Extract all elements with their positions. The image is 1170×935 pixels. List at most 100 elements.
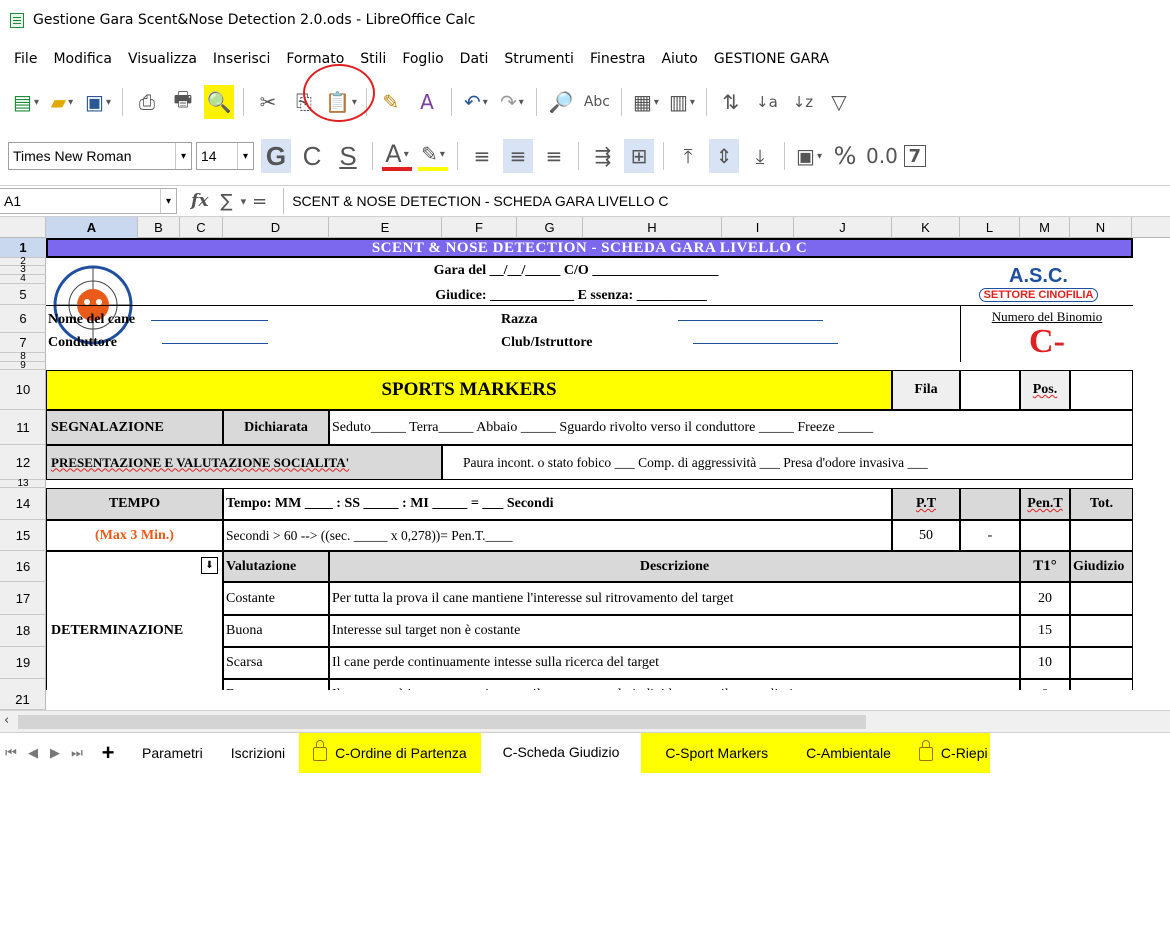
row-header-7[interactable]: 7 — [0, 333, 46, 353]
align-center-icon[interactable]: ≡ — [503, 139, 533, 173]
name-box[interactable]: A1 ▾ — [0, 188, 177, 214]
tot-value[interactable] — [1070, 520, 1133, 551]
tab-iscrizioni[interactable]: Iscrizioni — [217, 733, 299, 773]
clone-formatting-icon[interactable]: ✎ — [376, 85, 406, 119]
decimal-format-button[interactable]: 0.0 — [866, 139, 898, 173]
valutazione-header[interactable]: Valutazione — [223, 551, 329, 582]
align-bottom-icon[interactable]: ⤓ — [745, 139, 775, 173]
binomio-box[interactable]: Numero del Binomio C- — [960, 305, 1133, 362]
col-header-j[interactable]: J — [794, 217, 892, 238]
col-header-k[interactable]: K — [892, 217, 960, 238]
row-header-18[interactable]: 18 — [0, 615, 46, 647]
print-preview-icon[interactable]: 🔍 — [204, 85, 234, 119]
align-left-icon[interactable]: ≡ — [467, 139, 497, 173]
descrizione-header[interactable]: Descrizione — [329, 551, 1020, 582]
table-row[interactable]: Per tutta la prova il cane mantiene l'in… — [329, 582, 1020, 615]
table-row[interactable] — [1070, 582, 1133, 615]
paste-icon[interactable]: 📋 ▾ — [325, 85, 357, 119]
chevron-down-icon[interactable]: ▾ — [160, 189, 176, 213]
menu-gestione-gara[interactable]: GESTIONE GARA — [714, 51, 829, 67]
chevron-down-icon[interactable]: ▾ — [175, 143, 191, 169]
scroll-left-icon[interactable]: ‹ — [4, 713, 9, 728]
row-header-11[interactable]: 11 — [0, 410, 46, 445]
currency-format-icon[interactable]: ▣ ▾ — [794, 139, 824, 173]
align-right-icon[interactable]: ≡ — [539, 139, 569, 173]
max-time-label[interactable]: (Max 3 Min.) — [46, 520, 223, 551]
prev-sheet-icon[interactable]: ◀ — [22, 745, 44, 761]
menu-aiuto[interactable]: Aiuto — [661, 51, 697, 67]
sort-icon[interactable]: ⇅ — [716, 85, 746, 119]
align-middle-icon[interactable]: ⇕ — [709, 139, 739, 173]
tab-c-ordine-di-partenza[interactable]: C-Ordine di Partenza — [299, 732, 481, 773]
sheet-title-cell[interactable]: SCENT & NOSE DETECTION - SCHEDA GARA LIV… — [46, 238, 1133, 258]
table-row[interactable]: Scarsa — [223, 647, 329, 679]
table-row[interactable]: 15 — [1020, 615, 1070, 647]
col-header-m[interactable]: M — [1020, 217, 1070, 238]
row-header-5[interactable]: 5 — [0, 284, 46, 305]
row-header-19[interactable]: 19 — [0, 647, 46, 679]
table-row[interactable]: 10 — [1020, 647, 1070, 679]
row-header-21[interactable]: 21 — [0, 690, 46, 710]
function-wizard-icon[interactable]: fx — [191, 191, 208, 211]
menu-stili[interactable]: Stili — [360, 51, 386, 67]
menu-finestra[interactable]: Finestra — [590, 51, 646, 67]
row-header-9[interactable]: 9 — [0, 360, 46, 370]
formula-icon[interactable]: = — [252, 191, 267, 212]
underline-button[interactable]: S — [333, 139, 363, 173]
col-header-b[interactable]: B — [138, 217, 180, 238]
first-sheet-icon[interactable]: ⏮ — [0, 745, 22, 761]
col-header-h[interactable]: H — [583, 217, 722, 238]
menu-foglio[interactable]: Foglio — [402, 51, 443, 67]
col-header-g[interactable]: G — [517, 217, 583, 238]
club-label[interactable]: Club/Istruttore — [501, 333, 861, 353]
add-sheet-icon[interactable]: + — [88, 740, 128, 766]
sort-descending-icon[interactable]: ↓z — [788, 85, 818, 119]
col-header-n[interactable]: N — [1070, 217, 1132, 238]
formula-input[interactable]: SCENT & NOSE DETECTION - SCHEDA GARA LIV… — [283, 188, 1170, 214]
row-header-17[interactable]: 17 — [0, 582, 46, 615]
tab-c-sport-markers[interactable]: C-Sport Markers — [641, 732, 793, 773]
spelling-icon[interactable]: Abc — [582, 85, 612, 119]
clear-formatting-icon[interactable]: A — [412, 85, 442, 119]
undo-icon[interactable]: ↶ ▾ — [461, 85, 491, 119]
row-header-6[interactable]: 6 — [0, 305, 46, 333]
fila-value[interactable] — [960, 370, 1020, 410]
sum-icon[interactable]: ∑ — [220, 191, 232, 212]
cells-area[interactable]: SCENT & NOSE DETECTION - SCHEDA GARA LIV… — [46, 238, 1170, 710]
font-name-combo[interactable]: Times New Roman ▾ — [8, 142, 192, 170]
row-header-12[interactable]: 12 — [0, 445, 46, 480]
pt-value[interactable]: 50 — [892, 520, 960, 551]
t1-header[interactable]: T1° — [1020, 551, 1070, 582]
col-header-i[interactable]: I — [722, 217, 794, 238]
tab-c-ambientale[interactable]: C-Ambientale — [792, 732, 905, 773]
nome-cane-label[interactable]: Nome del cane — [48, 310, 268, 330]
gara-line[interactable]: Gara del __/__/_____ C/O _______________… — [366, 258, 786, 284]
font-color-icon[interactable]: A ▾ — [382, 140, 412, 171]
pent-value[interactable] — [1020, 520, 1070, 551]
align-top-icon[interactable]: ⤒ — [673, 139, 703, 173]
tab-c-riepi[interactable]: C-Riepi — [904, 732, 990, 773]
table-row[interactable]: Buona — [223, 615, 329, 647]
table-row[interactable] — [1070, 647, 1133, 679]
row-header-1[interactable]: 1 — [0, 238, 46, 258]
row-icon[interactable]: ▦ ▾ — [631, 85, 661, 119]
new-document-icon[interactable]: ▤ ▾ — [11, 85, 41, 119]
percent-format-button[interactable]: % — [830, 139, 860, 173]
dash-cell[interactable]: - — [960, 520, 1020, 551]
tempo-label[interactable]: TEMPO — [46, 488, 223, 520]
copy-icon[interactable]: ⎘ — [289, 85, 319, 119]
font-size-combo[interactable]: 14 ▾ — [196, 142, 254, 170]
menu-visualizza[interactable]: Visualizza — [128, 51, 197, 67]
razza-label[interactable]: Razza — [501, 310, 861, 330]
table-row[interactable]: Costante — [223, 582, 329, 615]
determinazione-label[interactable]: DETERMINAZIONE — [46, 551, 223, 710]
row-header-4[interactable]: 4 — [0, 274, 46, 284]
conduttore-label[interactable]: Conduttore — [48, 333, 268, 353]
row-header-10[interactable]: 10 — [0, 370, 46, 410]
wrap-text-icon[interactable]: ⇶ — [588, 139, 618, 173]
chevron-down-icon[interactable]: ▾ — [237, 143, 253, 169]
menu-file[interactable]: File — [14, 51, 37, 67]
highlight-color-icon[interactable]: ✎ ▾ — [418, 141, 448, 171]
tab-parametri[interactable]: Parametri — [128, 733, 217, 773]
presentazione-options[interactable]: Paura incont. o stato fobico ___ Comp. d… — [442, 445, 1133, 480]
